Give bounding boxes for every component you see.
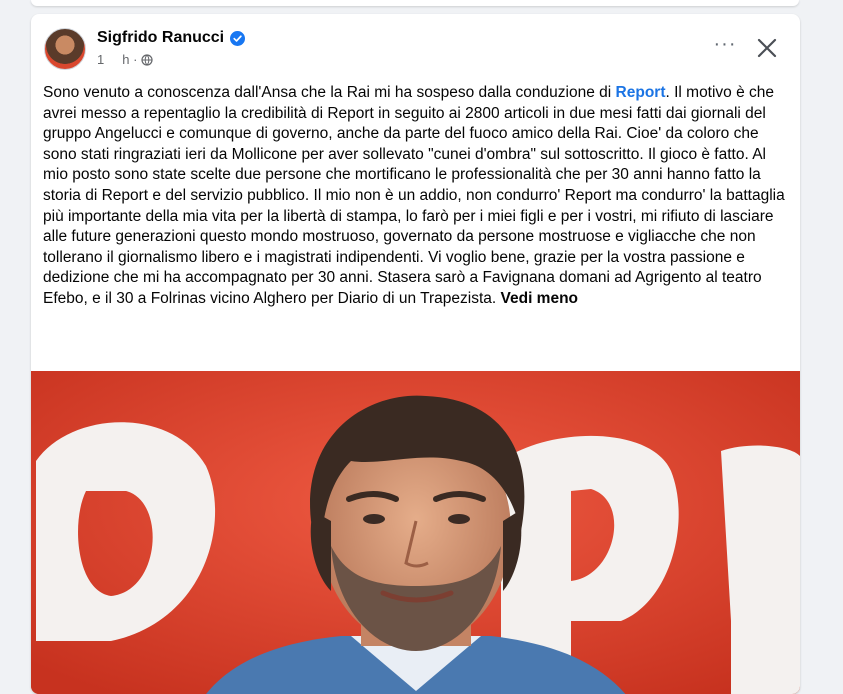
see-less-button[interactable]: Vedi meno <box>501 290 579 307</box>
author-row: Sigfrido Ranucci <box>97 29 246 47</box>
post-photo-image <box>31 371 800 694</box>
post-text-intro: Sono venuto a conoscenza dall'Ansa che l… <box>43 84 616 101</box>
post-header: Sigfrido Ranucci 1 h · ··· <box>31 14 800 74</box>
post-time-number[interactable]: 1 <box>97 52 104 67</box>
globe-icon[interactable] <box>141 53 154 66</box>
report-hashtag-link[interactable]: Report <box>616 84 666 101</box>
post-text: Sono venuto a conoscenza dall'Ansa che l… <box>43 83 789 310</box>
post-photo[interactable] <box>31 371 800 694</box>
post-card: Sigfrido Ranucci 1 h · ··· Sono venuto a… <box>31 14 800 694</box>
post-meta: 1 h · <box>97 52 154 67</box>
post-text-body: . Il motivo è che avrei messo a repentag… <box>43 84 785 307</box>
previous-post-edge <box>31 0 799 6</box>
post-time-unit[interactable]: h · <box>122 52 137 67</box>
verified-badge-icon <box>230 30 246 46</box>
author-name[interactable]: Sigfrido Ranucci <box>97 29 224 47</box>
author-avatar[interactable] <box>44 28 86 70</box>
close-icon[interactable] <box>751 32 783 64</box>
more-options-icon[interactable]: ··· <box>709 34 741 60</box>
